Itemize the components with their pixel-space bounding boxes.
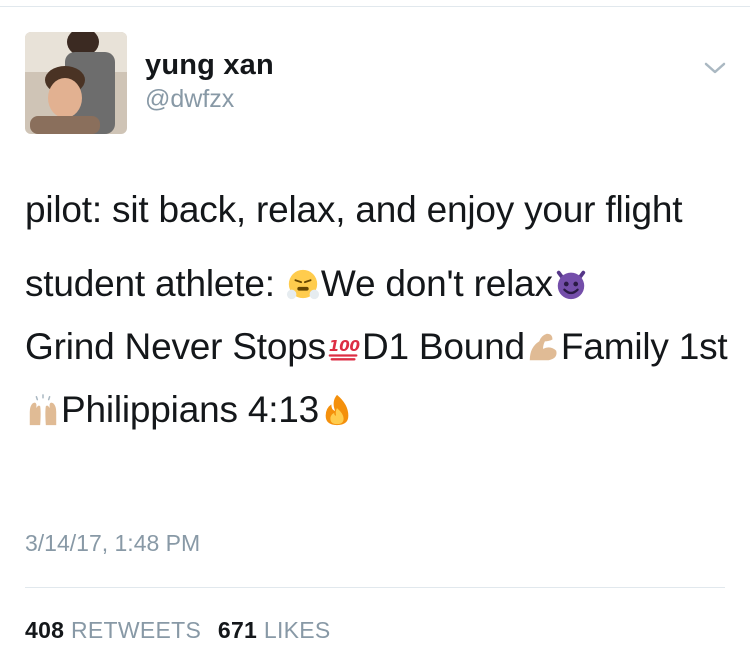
tweet-card: yung xan @dwfzx pilot: sit back, relax, … [0, 0, 750, 666]
steam-from-nose-face-icon [286, 269, 319, 300]
tweet-line-grind: Grind Never Stops 100 D1 Bound Family 1st Ph… [25, 315, 737, 441]
tweet-text: pilot: sit back, relax, and enjoy your f… [25, 178, 737, 441]
retweets-label: RETWEETS [70, 617, 202, 643]
display-name[interactable]: yung xan [145, 48, 274, 82]
user-handle[interactable]: @dwfzx [145, 84, 274, 114]
hundred-points-icon: 100 [328, 337, 360, 361]
tweet-segment: Philippians 4:13 [61, 389, 320, 430]
retweets-count: 408 [25, 617, 65, 643]
tweet-segment: student athlete: [25, 263, 285, 304]
fire-icon [325, 394, 349, 426]
tweet-stats: 408 RETWEETS 671 LIKES [25, 617, 331, 644]
tweet-segment: We don't relax [320, 263, 553, 304]
flexed-biceps-icon [529, 333, 557, 361]
tweet-segment: Grind Never Stops [25, 326, 326, 367]
user-info: yung xan @dwfzx [145, 48, 274, 114]
svg-text:100: 100 [329, 337, 360, 355]
tweet-line-athlete: student athlete: We don't relax [25, 252, 737, 315]
retweets-stat[interactable]: 408 RETWEETS [25, 617, 201, 644]
chevron-down-icon[interactable] [700, 56, 730, 80]
likes-stat[interactable]: 671 LIKES [218, 617, 331, 644]
tweet-segment: Family 1st [560, 326, 728, 367]
avatar[interactable] [25, 32, 127, 134]
tweet-segment: D1 Bound [361, 326, 525, 367]
tweet-timestamp[interactable]: 3/14/17, 1:48 PM [25, 530, 200, 557]
stats-divider [25, 587, 725, 588]
likes-label: LIKES [263, 617, 331, 643]
smiling-devil-icon [556, 270, 585, 300]
likes-count: 671 [217, 617, 258, 643]
raised-hands-icon [29, 394, 57, 426]
tweet-line-pilot: pilot: sit back, relax, and enjoy your f… [25, 189, 683, 230]
